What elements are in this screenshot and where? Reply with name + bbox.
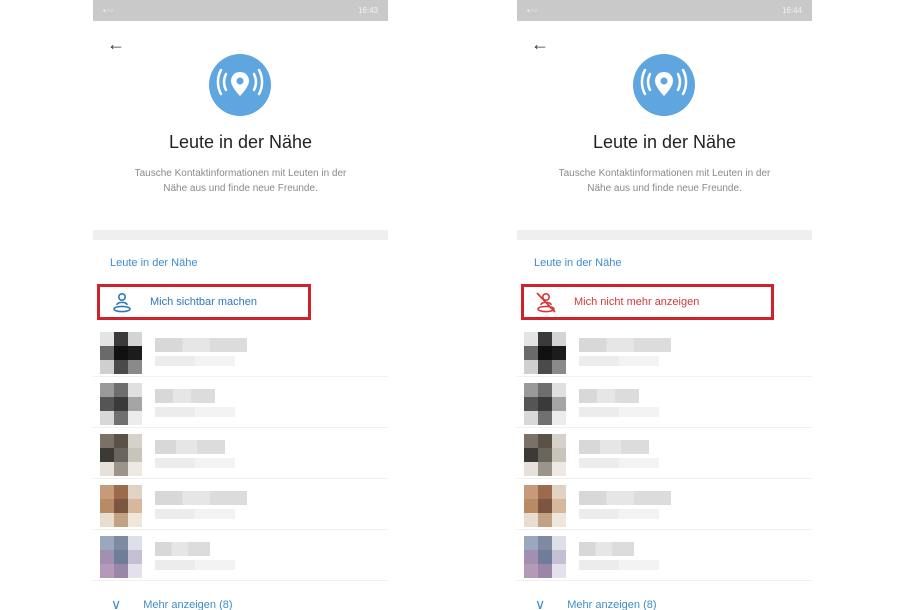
distance-blurred [155,356,235,366]
back-arrow-icon[interactable]: ← [531,34,549,54]
make-visible-button[interactable]: Mich sichtbar machen [97,284,311,320]
list-item[interactable] [93,326,388,377]
avatar [524,383,566,425]
name-blurred [155,440,225,454]
distance-blurred [155,407,235,417]
name-blurred [579,440,649,454]
section-divider [93,230,388,240]
list-item[interactable] [93,428,388,479]
name-blurred [155,389,215,403]
status-time: 16:43 [357,6,378,15]
page-description: Tausche Kontaktinformationen mit Leuten … [134,168,347,194]
list-item[interactable] [517,326,812,377]
signal-icons: ▪◦▫ [527,6,539,15]
location-broadcast-icon [209,54,271,116]
status-bar: ▪◦▫ 16:44 [517,0,812,21]
people-list [93,326,388,581]
name-blurred [579,389,639,403]
name-blurred [155,338,247,352]
avatar [524,332,566,374]
phone-screen-right: ▪◦▫ 16:44 ← Leute in der Nähe Tausche Ko… [517,0,812,610]
avatar [100,536,142,578]
phone-screen-left: ▪◦▫ 16:43 ← Leute in der Nähe Tausche Ko… [93,0,388,610]
show-more-label: Mehr anzeigen (8) [143,598,233,610]
name-blurred [155,491,247,505]
avatar [100,383,142,425]
list-item[interactable] [93,479,388,530]
distance-blurred [579,458,659,468]
list-item[interactable] [517,428,812,479]
name-blurred [579,338,671,352]
distance-blurred [155,458,235,468]
page-description: Tausche Kontaktinformationen mit Leuten … [558,168,771,194]
location-broadcast-icon [633,54,695,116]
section-header: Leute in der Nähe [110,257,198,269]
show-more-label: Mehr anzeigen (8) [567,598,657,610]
avatar [100,434,142,476]
list-item[interactable] [93,530,388,581]
distance-blurred [155,560,235,570]
distance-blurred [579,560,659,570]
status-bar: ▪◦▫ 16:43 [93,0,388,21]
distance-blurred [579,509,659,519]
list-item[interactable] [517,479,812,530]
list-item[interactable] [517,530,812,581]
avatar [524,536,566,578]
distance-blurred [579,356,659,366]
back-arrow-icon[interactable]: ← [107,34,125,54]
distance-blurred [155,509,235,519]
page-title: Leute in der Nähe [168,132,313,152]
name-blurred [155,542,210,556]
people-list [517,326,812,581]
chevron-down-icon: ∨ [535,596,546,610]
avatar [100,332,142,374]
distance-blurred [579,407,659,417]
name-blurred [579,491,671,505]
show-more-button[interactable]: ∨ Mehr anzeigen (8) [111,596,233,610]
avatar [524,434,566,476]
stop-showing-me-button[interactable]: Mich nicht mehr anzeigen [521,284,774,320]
list-item[interactable] [93,377,388,428]
stop-showing-me-label: Mich nicht mehr anzeigen [574,296,700,308]
signal-icons: ▪◦▫ [103,6,115,15]
status-time: 16:44 [781,6,802,15]
name-blurred [579,542,634,556]
page-title: Leute in der Nähe [592,132,737,152]
avatar [524,485,566,527]
section-divider [517,230,812,240]
person-location-off-icon [534,290,558,314]
section-header: Leute in der Nähe [534,257,622,269]
person-location-icon [110,290,134,314]
avatar [100,485,142,527]
chevron-down-icon: ∨ [111,596,122,610]
show-more-button[interactable]: ∨ Mehr anzeigen (8) [535,596,657,610]
make-visible-label: Mich sichtbar machen [150,296,257,308]
list-item[interactable] [517,377,812,428]
